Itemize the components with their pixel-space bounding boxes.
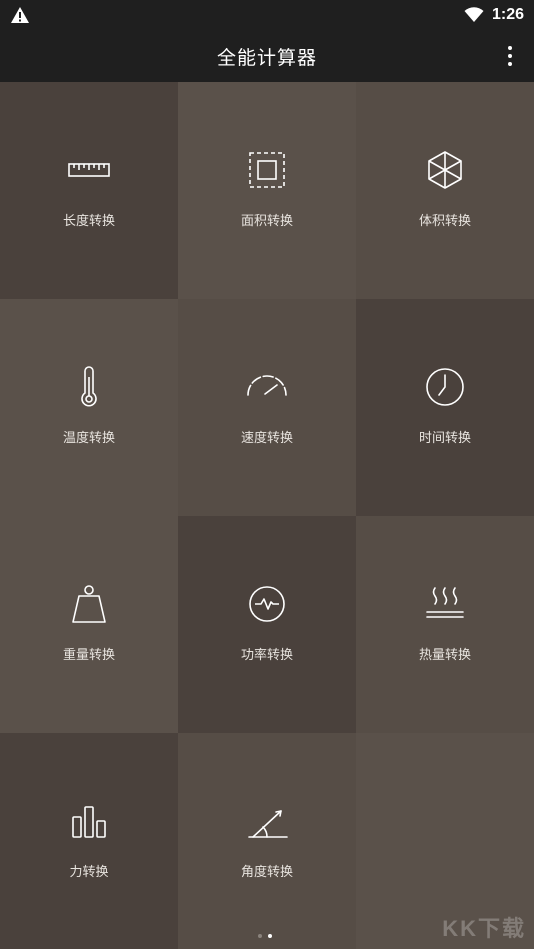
tile-weight[interactable]: 重量转换 [0, 516, 178, 733]
tile-label: 面积转换 [240, 214, 293, 229]
overflow-dot [508, 46, 512, 50]
status-time: 1:26 [491, 6, 524, 23]
tile-volume[interactable]: 体积转换 [356, 82, 534, 299]
tile-label: 功率转换 [240, 648, 293, 663]
tile-area[interactable]: 面积转换 [178, 82, 356, 299]
tile-force[interactable]: 力转换 [0, 733, 178, 949]
tile-label: 时间转换 [418, 431, 471, 446]
tile-label: 力转换 [69, 865, 109, 880]
app-bar: 全能计算器 [0, 30, 534, 82]
page-dot[interactable] [258, 934, 262, 938]
angle-icon [248, 810, 288, 838]
wifi-icon [464, 7, 484, 22]
watermark: KK下载 [442, 916, 526, 941]
status-bar: 1:26 [0, 0, 534, 30]
overflow-menu-button[interactable] [500, 42, 520, 70]
tile-time[interactable]: 时间转换 [356, 299, 534, 516]
force-bars-icon [72, 806, 106, 838]
thermometer-icon [81, 366, 97, 407]
tile-label: 速度转换 [240, 431, 293, 446]
tile-speed[interactable]: 速度转换 [178, 299, 356, 516]
area-square-icon [249, 152, 285, 188]
tile-temperature[interactable]: 温度转换 [0, 299, 178, 516]
overflow-dot [508, 54, 512, 58]
clock-icon [426, 368, 464, 406]
tile-power[interactable]: 功率转换 [178, 516, 356, 733]
ruler-icon [68, 163, 110, 177]
converter-grid: 长度转换 面积转换 体积转换 温度转换 速度转换 时间转换 重量转换 功率转换 … [0, 82, 534, 949]
warning-icon [11, 7, 29, 23]
page-indicator [258, 934, 272, 938]
tile-length[interactable]: 长度转换 [0, 82, 178, 299]
tile-label: 重量转换 [62, 648, 115, 663]
heat-icon [426, 587, 464, 618]
weight-icon [72, 585, 106, 623]
tile-label: 长度转换 [62, 214, 115, 229]
page-dot-active[interactable] [268, 934, 272, 938]
power-icon [249, 586, 285, 622]
tile-label: 角度转换 [240, 865, 293, 880]
tile-heat[interactable]: 热量转换 [356, 516, 534, 733]
page-title: 全能计算器 [216, 46, 317, 69]
tile-label: 热量转换 [418, 648, 471, 663]
tile-label: 体积转换 [418, 214, 471, 229]
tile-label: 温度转换 [62, 431, 115, 446]
speedometer-icon [247, 375, 287, 396]
overflow-dot [508, 62, 512, 66]
tile-angle[interactable]: 角度转换 [178, 733, 356, 949]
cube-icon [428, 151, 462, 189]
